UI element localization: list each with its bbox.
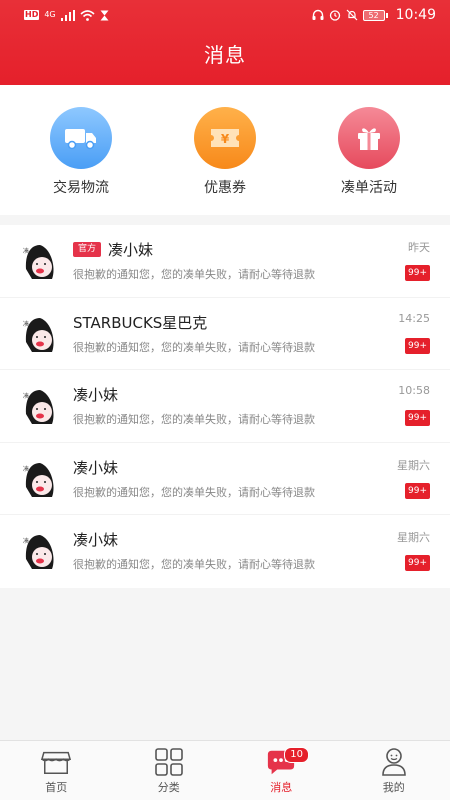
tab-label: 首页 <box>45 781 68 794</box>
mute-bell-icon <box>346 9 358 21</box>
list-item[interactable]: 凑 凑小妹 很抱歉的通知您，您的凑单失败，请耐心等待退款 星期六 99+ <box>0 515 450 588</box>
message-preview: 很抱歉的通知您，您的凑单失败，请耐心等待退款 <box>73 413 315 426</box>
hourglass-icon <box>100 10 109 20</box>
quick-entry-label: 交易物流 <box>53 180 109 196</box>
message-time: 星期六 <box>397 458 430 472</box>
user-icon <box>379 747 409 777</box>
status-bar: HD 4G 52 10:49 <box>0 0 450 30</box>
message-preview: 很抱歉的通知您，您的凑单失败，请耐心等待退款 <box>73 485 315 499</box>
message-time: 星期六 <box>397 531 430 544</box>
unread-count-badge: 99+ <box>405 555 430 571</box>
sender-name: STARBUCKS星巴克 <box>73 313 208 332</box>
quick-entry-label: 优惠券 <box>204 180 246 196</box>
quick-entry-panel: 交易物流 ¥ 优惠券 凑单活动 <box>0 85 450 215</box>
hd-indicator: HD <box>24 10 40 20</box>
sender-name: 凑小妹 <box>73 386 119 404</box>
message-preview: 很抱歉的通知您，您的凑单失败，请耐心等待退款 <box>73 340 315 354</box>
list-item[interactable]: 凑 凑小妹 很抱歉的通知您，您的凑单失败，请耐心等待退款 10:58 99+ <box>0 370 450 443</box>
signal-icon <box>60 9 75 21</box>
alarm-icon <box>329 10 340 21</box>
unread-badge: 10 <box>284 747 309 763</box>
quick-entry-coupons[interactable]: ¥ 优惠券 <box>175 107 275 197</box>
battery-icon: 52 <box>362 9 388 21</box>
svg-text:凑: 凑 <box>23 392 29 400</box>
sender-name: 凑小妹 <box>73 531 119 549</box>
tab-label: 消息 <box>270 781 293 794</box>
avatar: 凑 <box>23 462 54 497</box>
svg-text:凑: 凑 <box>23 247 29 255</box>
message-time: 14:25 <box>398 311 430 325</box>
message-preview: 很抱歉的通知您，您的凑单失败，请耐心等待退款 <box>73 558 315 571</box>
clock: 10:49 <box>395 7 436 23</box>
truck-icon <box>50 107 112 169</box>
avatar: 凑 <box>23 245 54 279</box>
gift-icon <box>338 107 400 169</box>
grid-icon <box>154 747 184 777</box>
tab-home[interactable]: 首页 <box>0 741 113 800</box>
message-list: 凑 官方 凑小妹 很抱歉的通知您，您的凑单失败，请耐心等待退款 昨天 99+ 凑 … <box>0 225 450 588</box>
message-time: 10:58 <box>398 384 430 397</box>
avatar: 凑 <box>23 535 54 569</box>
battery-level: 52 <box>362 9 385 21</box>
bottom-tab-bar: 首页 分类 10 消息 我的 <box>0 740 450 800</box>
avatar: 凑 <box>23 317 54 352</box>
tab-label: 我的 <box>382 781 405 794</box>
svg-text:¥: ¥ <box>221 132 230 146</box>
message-preview: 很抱歉的通知您，您的凑单失败，请耐心等待退款 <box>73 268 315 281</box>
wifi-icon <box>80 9 95 21</box>
list-item[interactable]: 凑 STARBUCKS星巴克 很抱歉的通知您，您的凑单失败，请耐心等待退款 14… <box>0 298 450 370</box>
tab-messages[interactable]: 10 消息 <box>225 741 338 800</box>
unread-count-badge: 99+ <box>405 337 430 354</box>
avatar: 凑 <box>23 390 54 424</box>
official-tag: 官方 <box>73 242 102 257</box>
list-item[interactable]: 凑 凑小妹 很抱歉的通知您，您的凑单失败，请耐心等待退款 星期六 99+ <box>0 443 450 515</box>
tab-profile[interactable]: 我的 <box>338 741 450 800</box>
unread-count-badge: 99+ <box>405 482 430 499</box>
headset-icon <box>312 9 324 20</box>
quick-entry-activities[interactable]: 凑单活动 <box>319 107 419 197</box>
svg-text:凑: 凑 <box>23 320 29 328</box>
svg-text:凑: 凑 <box>23 537 29 545</box>
coupon-icon: ¥ <box>194 107 256 169</box>
unread-count-badge: 99+ <box>405 265 430 281</box>
header: HD 4G 52 10:49 消息 <box>0 0 450 85</box>
message-time: 昨天 <box>408 241 430 254</box>
shop-icon <box>41 747 72 777</box>
list-item[interactable]: 凑 官方 凑小妹 很抱歉的通知您，您的凑单失败，请耐心等待退款 昨天 99+ <box>0 225 450 298</box>
page-title: 消息 <box>204 43 246 67</box>
unread-count-badge: 99+ <box>405 410 430 426</box>
sender-name: 凑小妹 <box>108 241 154 259</box>
network-type: 4G <box>44 10 56 19</box>
quick-entry-logistics[interactable]: 交易物流 <box>31 107 131 197</box>
tab-label: 分类 <box>157 781 180 794</box>
sender-name: 凑小妹 <box>73 458 119 477</box>
svg-text:凑: 凑 <box>23 465 29 473</box>
quick-entry-label: 凑单活动 <box>341 180 397 196</box>
tab-categories[interactable]: 分类 <box>113 741 226 800</box>
